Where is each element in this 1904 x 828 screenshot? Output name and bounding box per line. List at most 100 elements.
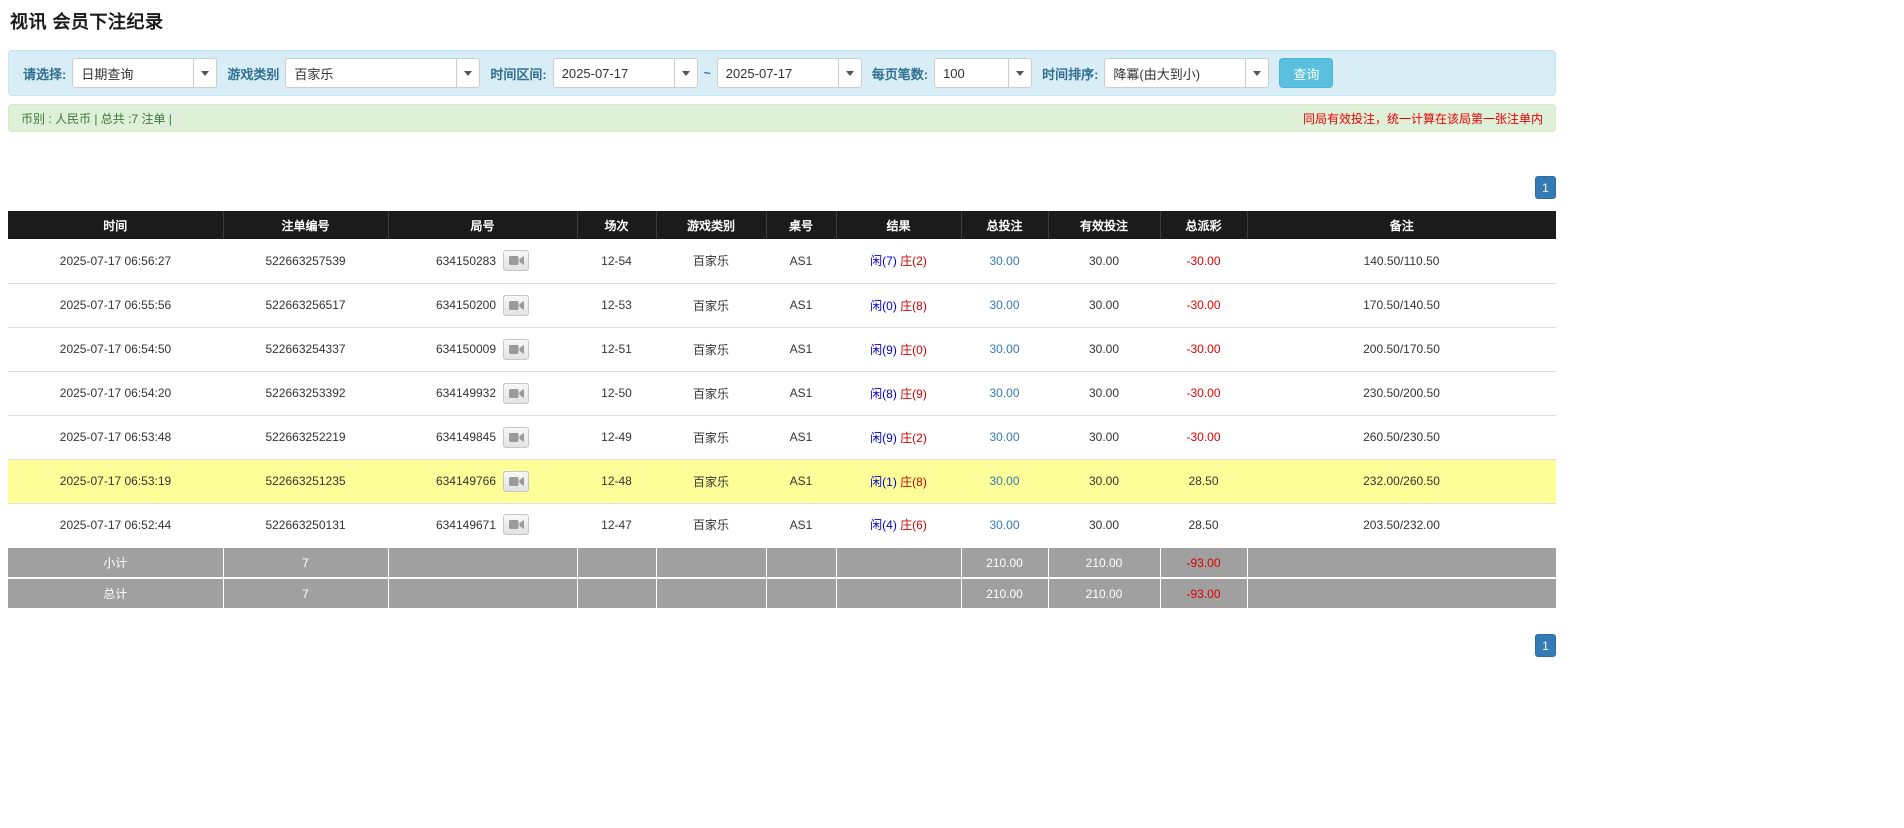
cell-valid-bet: 30.00 [1048, 459, 1160, 503]
sort-order-label: 时间排序: [1042, 64, 1098, 83]
summary-bar: 币别 : 人民币 | 总共 :7 注单 | 同局有效投注，统一计算在该局第一张注… [8, 104, 1556, 132]
result-banker: 庄(9) [900, 387, 927, 401]
round-id: 634149932 [436, 386, 496, 400]
cell-table-no: AS1 [766, 283, 836, 327]
page-size-input[interactable] [934, 58, 1009, 88]
round-wrap: 634149671 [436, 514, 529, 535]
cell-result: 闲(9) 庄(0) [836, 327, 961, 371]
game-type-input[interactable] [285, 58, 457, 88]
cell-total-bet: 30.00 [961, 503, 1048, 547]
caret-glyph [846, 71, 854, 76]
page-1-button[interactable]: 1 [1535, 176, 1556, 199]
date-to-input[interactable] [717, 58, 839, 88]
pagination-bottom: 1 [8, 634, 1556, 657]
empty-cell [1247, 578, 1556, 609]
total-bet-link[interactable]: 30.00 [989, 298, 1019, 312]
chevron-down-icon[interactable] [457, 58, 480, 88]
notice-text: 同局有效投注，统一计算在该局第一张注单内 [1303, 110, 1543, 127]
table-header-row: 时间注单编号局号场次游戏类别桌号结果总投注有效投注总派彩备注 [8, 211, 1556, 239]
table-row: 2025-07-17 06:54:20 522663253392 6341499… [8, 371, 1556, 415]
cell-bet-id: 522663254337 [223, 327, 388, 371]
video-replay-button[interactable] [503, 471, 529, 492]
chevron-down-icon[interactable] [839, 58, 862, 88]
video-replay-button[interactable] [503, 295, 529, 316]
column-header: 场次 [577, 211, 656, 239]
cell-round: 634149766 [388, 459, 577, 503]
cell-bet-id: 522663252219 [223, 415, 388, 459]
video-replay-button[interactable] [503, 339, 529, 360]
cell-payout: -30.00 [1160, 327, 1247, 371]
column-header: 总派彩 [1160, 211, 1247, 239]
empty-cell [577, 578, 656, 609]
video-replay-button[interactable] [503, 250, 529, 271]
result-player: 闲(0) [870, 299, 897, 313]
chevron-down-icon[interactable] [1246, 58, 1269, 88]
subtotal-count: 7 [223, 547, 388, 578]
chevron-down-icon[interactable] [1009, 58, 1032, 88]
chevron-down-icon[interactable] [194, 58, 217, 88]
cell-table-no: AS1 [766, 415, 836, 459]
cell-time: 2025-07-17 06:56:27 [8, 239, 223, 283]
result-banker: 庄(2) [900, 254, 927, 268]
bet-records-table: 时间注单编号局号场次游戏类别桌号结果总投注有效投注总派彩备注 2025-07-1… [8, 211, 1556, 610]
date-from-input[interactable] [553, 58, 675, 88]
cell-result: 闲(0) 庄(8) [836, 283, 961, 327]
video-replay-button[interactable] [503, 383, 529, 404]
column-header: 局号 [388, 211, 577, 239]
page-size-combobox [934, 58, 1032, 88]
cell-total-bet: 30.00 [961, 415, 1048, 459]
empty-cell [577, 547, 656, 578]
chevron-down-icon[interactable] [675, 58, 698, 88]
cell-remark: 230.50/200.50 [1247, 371, 1556, 415]
caret-glyph [201, 71, 209, 76]
select-type-label: 请选择: [23, 64, 66, 83]
time-range-label: 时间区间: [490, 64, 546, 83]
total-payout: -93.00 [1160, 578, 1247, 609]
total-bet-link[interactable]: 30.00 [989, 342, 1019, 356]
sort-order-input[interactable] [1104, 58, 1246, 88]
cell-remark: 232.00/260.50 [1247, 459, 1556, 503]
cell-game-type: 百家乐 [656, 327, 766, 371]
result-banker: 庄(0) [900, 343, 927, 357]
cell-round: 634149845 [388, 415, 577, 459]
result-player: 闲(9) [870, 431, 897, 445]
round-id: 634150283 [436, 254, 496, 268]
total-bet-link[interactable]: 30.00 [989, 386, 1019, 400]
date-range-tilde: ~ [704, 66, 711, 80]
subtotal-label: 小计 [8, 547, 223, 578]
cell-round: 634150009 [388, 327, 577, 371]
search-button[interactable]: 查询 [1279, 58, 1333, 88]
subtotal-valid-bet: 210.00 [1048, 547, 1160, 578]
cell-session: 12-51 [577, 327, 656, 371]
cell-bet-id: 522663256517 [223, 283, 388, 327]
video-camera-icon [509, 300, 524, 311]
total-bet-link[interactable]: 30.00 [989, 254, 1019, 268]
page-1-button[interactable]: 1 [1535, 634, 1556, 657]
column-header: 注单编号 [223, 211, 388, 239]
total-bet-link[interactable]: 30.00 [989, 430, 1019, 444]
page-title: 视讯 会员下注纪录 [10, 8, 1556, 34]
cell-result: 闲(7) 庄(2) [836, 239, 961, 283]
result-banker: 庄(6) [900, 518, 927, 532]
result-player: 闲(1) [870, 475, 897, 489]
result-player: 闲(8) [870, 387, 897, 401]
table-row: 2025-07-17 06:54:50 522663254337 6341500… [8, 327, 1556, 371]
cell-table-no: AS1 [766, 239, 836, 283]
cell-valid-bet: 30.00 [1048, 239, 1160, 283]
cell-remark: 200.50/170.50 [1247, 327, 1556, 371]
empty-cell [1247, 547, 1556, 578]
cell-game-type: 百家乐 [656, 283, 766, 327]
total-bet-link[interactable]: 30.00 [989, 474, 1019, 488]
page-size-label: 每页笔数: [872, 64, 928, 83]
cell-bet-id: 522663250131 [223, 503, 388, 547]
total-bet-link[interactable]: 30.00 [989, 518, 1019, 532]
query-type-input[interactable] [72, 58, 194, 88]
video-replay-button[interactable] [503, 514, 529, 535]
result-banker: 庄(8) [900, 299, 927, 313]
cell-payout: 28.50 [1160, 503, 1247, 547]
table-row: 2025-07-17 06:52:44 522663250131 6341496… [8, 503, 1556, 547]
cell-round: 634150200 [388, 283, 577, 327]
result-player: 闲(4) [870, 518, 897, 532]
cell-total-bet: 30.00 [961, 283, 1048, 327]
video-replay-button[interactable] [503, 427, 529, 448]
